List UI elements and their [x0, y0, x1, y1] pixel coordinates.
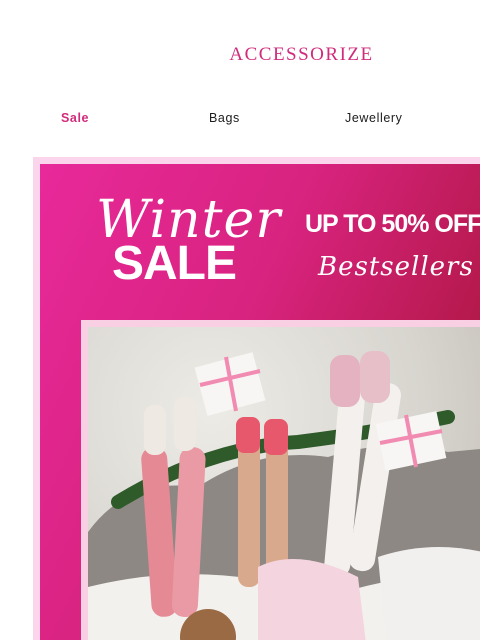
nav-item-sale[interactable]: Sale — [61, 111, 89, 125]
banner-subline-script: Bestsellers — [318, 252, 474, 282]
main-nav: Sale Bags Jewellery — [0, 111, 480, 129]
nav-item-bags[interactable]: Bags — [209, 111, 240, 125]
winter-sale-banner[interactable]: Winter SALE UP TO 50% OFF Bestsellers — [33, 157, 480, 640]
brand-logo[interactable]: ACCESSORIZE — [0, 44, 480, 66]
banner-photo-illustration — [88, 351, 480, 640]
banner-photo-frame — [81, 320, 480, 640]
banner-offer-text: UP TO 50% OFF — [305, 210, 480, 238]
nav-item-jewellery[interactable]: Jewellery — [345, 111, 403, 125]
banner-photo — [88, 327, 480, 640]
banner-headline-bold: SALE — [112, 237, 237, 290]
banner-background: Winter SALE UP TO 50% OFF Bestsellers — [40, 164, 480, 640]
